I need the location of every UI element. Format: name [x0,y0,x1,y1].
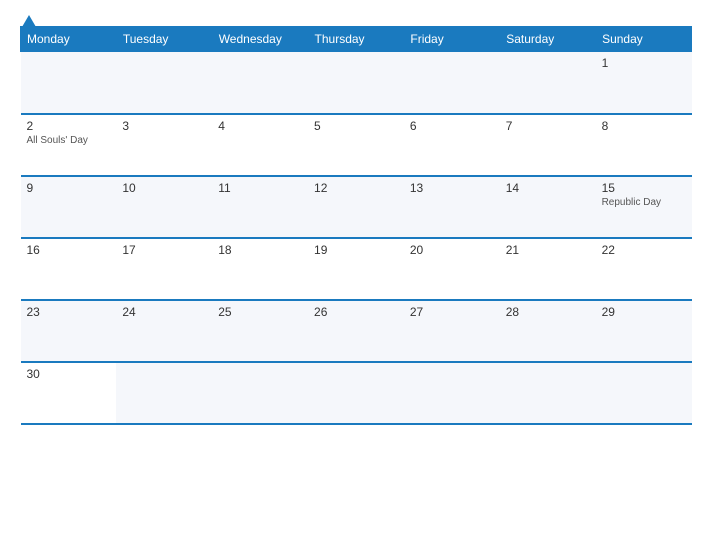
calendar-cell: 29 [596,300,692,362]
logo-triangle-icon [22,15,36,27]
day-number: 24 [122,305,206,319]
calendar-cell [404,362,500,424]
calendar-week-2: 2 All Souls' Day 345678 [21,114,692,176]
day-number: 3 [122,119,206,133]
day-number: 4 [218,119,302,133]
calendar-cell: 30 [21,362,117,424]
day-number: 13 [410,181,494,195]
calendar-cell [212,52,308,114]
day-number: 20 [410,243,494,257]
day-number: 9 [27,181,111,195]
calendar-page: MondayTuesdayWednesdayThursdayFridaySatu… [0,0,712,550]
day-number: 26 [314,305,398,319]
day-number: 1 [602,56,686,70]
day-number: 15 [602,181,686,195]
col-header-sunday: Sunday [596,27,692,52]
col-header-wednesday: Wednesday [212,27,308,52]
calendar-cell: 9 [21,176,117,238]
calendar-cell: 10 [116,176,212,238]
day-number: 7 [506,119,590,133]
calendar-cell [500,362,596,424]
calendar-week-3: 9 10 11 12 13 14 15 Republic Day [21,176,692,238]
col-header-saturday: Saturday [500,27,596,52]
calendar-cell: 21 [500,238,596,300]
calendar-table: MondayTuesdayWednesdayThursdayFridaySatu… [20,26,692,425]
calendar-cell [308,52,404,114]
calendar-cell [308,362,404,424]
calendar-cell [21,52,117,114]
calendar-cell: 28 [500,300,596,362]
col-header-thursday: Thursday [308,27,404,52]
calendar-cell: 4 [212,114,308,176]
calendar-cell: 3 [116,114,212,176]
calendar-cell: 5 [308,114,404,176]
day-number: 14 [506,181,590,195]
calendar-header-row: MondayTuesdayWednesdayThursdayFridaySatu… [21,27,692,52]
calendar-cell [116,52,212,114]
calendar-cell: 6 [404,114,500,176]
day-number: 10 [122,181,206,195]
calendar-cell [116,362,212,424]
day-number: 2 [27,119,111,133]
calendar-cell: 2 All Souls' Day [21,114,117,176]
logo [20,16,36,28]
calendar-cell: 16 [21,238,117,300]
calendar-cell: 27 [404,300,500,362]
calendar-week-4: 16 17 18 19 20 21 22 [21,238,692,300]
calendar-cell: 17 [116,238,212,300]
calendar-cell: 1 [596,52,692,114]
calendar-cell: 13 [404,176,500,238]
day-number: 6 [410,119,494,133]
calendar-cell: 7 [500,114,596,176]
day-number: 29 [602,305,686,319]
calendar-cell: 26 [308,300,404,362]
day-number: 27 [410,305,494,319]
calendar-cell: 12 [308,176,404,238]
calendar-week-1: 1 [21,52,692,114]
day-number: 28 [506,305,590,319]
col-header-monday: Monday [21,27,117,52]
calendar-cell: 25 [212,300,308,362]
calendar-cell [212,362,308,424]
col-header-friday: Friday [404,27,500,52]
day-number: 25 [218,305,302,319]
day-number: 11 [218,181,302,195]
day-number: 17 [122,243,206,257]
calendar-cell: 19 [308,238,404,300]
holiday-label: Republic Day [602,197,686,208]
calendar-cell: 8 [596,114,692,176]
calendar-cell: 15 Republic Day [596,176,692,238]
day-number: 22 [602,243,686,257]
day-number: 19 [314,243,398,257]
calendar-week-6: 30 [21,362,692,424]
calendar-cell: 20 [404,238,500,300]
day-number: 18 [218,243,302,257]
calendar-cell [404,52,500,114]
calendar-cell [500,52,596,114]
calendar-cell: 11 [212,176,308,238]
calendar-cell [596,362,692,424]
calendar-week-5: 23 24 25 26 27 28 29 [21,300,692,362]
day-number: 8 [602,119,686,133]
col-header-tuesday: Tuesday [116,27,212,52]
holiday-label: All Souls' Day [27,135,111,146]
day-number: 23 [27,305,111,319]
day-number: 12 [314,181,398,195]
calendar-cell: 22 [596,238,692,300]
day-number: 16 [27,243,111,257]
day-number: 21 [506,243,590,257]
day-number: 5 [314,119,398,133]
calendar-cell: 24 [116,300,212,362]
calendar-cell: 23 [21,300,117,362]
calendar-cell: 14 [500,176,596,238]
calendar-cell: 18 [212,238,308,300]
day-number: 30 [27,367,111,381]
